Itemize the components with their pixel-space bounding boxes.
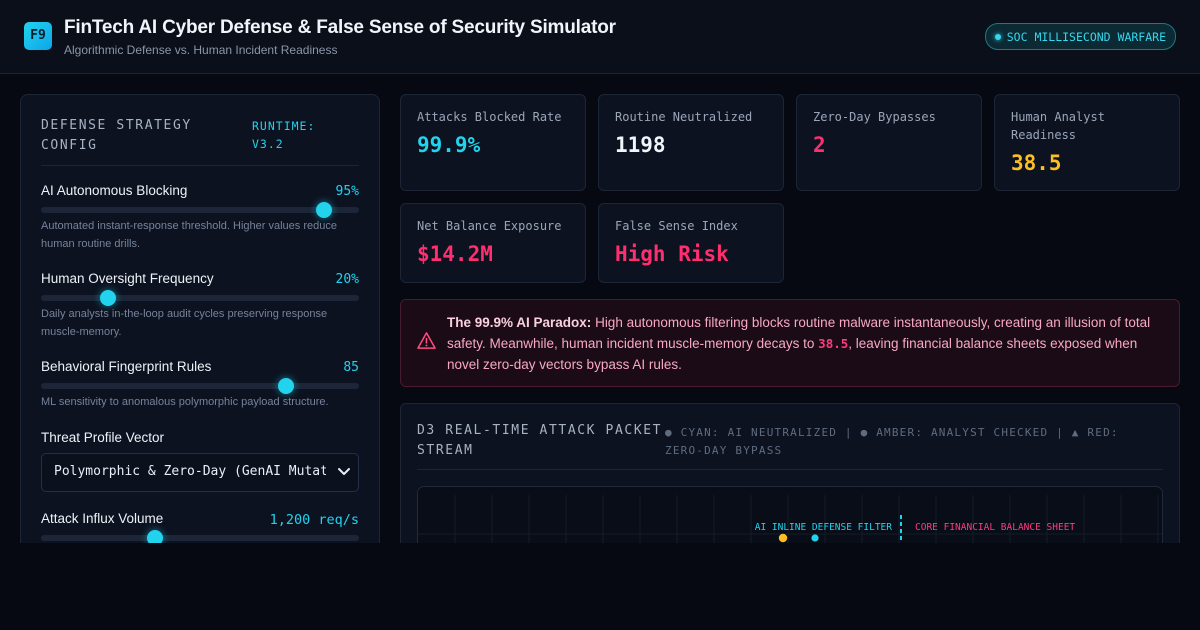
threat-profile-label: Threat Profile Vector bbox=[41, 430, 165, 445]
control-description: Automated instant-response threshold. Hi… bbox=[41, 220, 337, 250]
slider-thumb[interactable] bbox=[316, 202, 333, 218]
metric-card-routine-neutralized: Routine Neutralized 1198 bbox=[598, 94, 784, 191]
human-oversight-frequency-slider[interactable] bbox=[41, 290, 359, 306]
status-dot-icon bbox=[994, 33, 1001, 40]
alert-message: The 99.9% AI Paradox: High autonomous fi… bbox=[447, 312, 1163, 375]
metric-card-zero-day-bypasses: Zero-Day Bypasses 2 bbox=[796, 94, 982, 191]
attack-packet-stream-panel: D3 REAL-TIME ATTACK PACKET STREAM ● CYAN… bbox=[400, 403, 1180, 565]
ai-paradox-alert: The 99.9% AI Paradox: High autonomous fi… bbox=[400, 299, 1180, 387]
metric-card-net-balance-exposure: Net Balance Exposure $14.2M bbox=[400, 203, 586, 283]
control-value: 85 bbox=[343, 360, 359, 375]
metric-card-false-sense-index: False Sense Index High Risk bbox=[598, 203, 784, 283]
chevron-down-icon bbox=[338, 468, 350, 475]
slider-thumb[interactable] bbox=[277, 378, 294, 394]
metric-value: $14.2M bbox=[417, 242, 493, 266]
ai-neutralized-packet bbox=[811, 534, 819, 542]
warning-icon bbox=[417, 332, 436, 349]
app-title: FinTech AI Cyber Defense & False Sense o… bbox=[64, 17, 616, 38]
metric-label: Routine Neutralized bbox=[615, 110, 753, 124]
metric-label: Zero-Day Bypasses bbox=[813, 110, 936, 124]
control-value: 20% bbox=[335, 272, 359, 287]
stream-title: D3 REAL-TIME ATTACK PACKET STREAM bbox=[417, 423, 663, 458]
control-description: ML sensitivity to anomalous polymorphic … bbox=[41, 396, 329, 408]
metric-value: High Risk bbox=[615, 242, 729, 266]
metric-label: Net Balance Exposure bbox=[417, 219, 562, 233]
ai-autonomous-blocking-slider[interactable] bbox=[41, 202, 359, 218]
threat-profile-select[interactable]: Polymorphic & Zero-Day (GenAI Mutated) bbox=[41, 453, 359, 492]
alert-highlight-value: 38.5 bbox=[818, 336, 849, 351]
panel-header: DEFENSE STRATEGY CONFIG RUNTIME: V3.2 bbox=[41, 95, 359, 166]
metric-label: False Sense Index bbox=[615, 219, 738, 233]
control-value: 1,200 req/s bbox=[269, 512, 359, 528]
attack-influx-slider[interactable] bbox=[41, 530, 359, 546]
metric-card-attacks-blocked: Attacks Blocked Rate 99.9% bbox=[400, 94, 586, 191]
metric-value: 2 bbox=[813, 133, 826, 157]
metric-label: Human Analyst Readiness bbox=[1011, 110, 1105, 142]
control-description: Daily analysts in-the-loop audit cycles … bbox=[41, 308, 328, 338]
metric-card-human-analyst-readiness: Human Analyst Readiness 38.5 bbox=[994, 94, 1180, 191]
runtime-version: RUNTIME: V3.2 bbox=[252, 119, 316, 151]
app-subtitle: Algorithmic Defense vs. Human Incident R… bbox=[64, 43, 338, 57]
alert-heading: The 99.9% AI Paradox: bbox=[447, 315, 592, 330]
analyst-checked-packet bbox=[778, 533, 788, 543]
app-header: F9 FinTech AI Cyber Defense & False Sens… bbox=[0, 0, 1200, 74]
slider-thumb[interactable] bbox=[99, 290, 116, 306]
divider bbox=[417, 469, 1163, 470]
panel-title: DEFENSE STRATEGY CONFIG bbox=[41, 118, 192, 153]
defense-filter-label: AI INLINE DEFENSE FILTER bbox=[755, 522, 893, 533]
metric-value: 38.5 bbox=[1011, 151, 1062, 175]
metric-value: 1198 bbox=[615, 133, 666, 157]
page-background bbox=[0, 543, 1200, 630]
core-balance-sheet-label: CORE FINANCIAL BALANCE SHEET bbox=[915, 522, 1075, 533]
control-label: Human Oversight Frequency bbox=[41, 271, 214, 286]
stream-legend: ● CYAN: AI NEUTRALIZED | ● AMBER: ANALYS… bbox=[665, 426, 1119, 457]
control-value: 95% bbox=[335, 184, 359, 199]
status-badge-label: SOC MILLISECOND WARFARE bbox=[1006, 29, 1166, 44]
behavioral-fingerprint-rules-slider[interactable] bbox=[41, 378, 359, 394]
metric-value: 99.9% bbox=[417, 133, 481, 157]
defense-strategy-panel: DEFENSE STRATEGY CONFIG RUNTIME: V3.2 AI… bbox=[20, 94, 380, 566]
metric-label: Attacks Blocked Rate bbox=[417, 110, 562, 124]
control-label: Behavioral Fingerprint Rules bbox=[41, 359, 212, 374]
threat-profile-selected: Polymorphic & Zero-Day (GenAI Mutated) bbox=[54, 464, 326, 479]
control-label: AI Autonomous Blocking bbox=[41, 183, 188, 198]
control-label: Attack Influx Volume bbox=[41, 511, 164, 526]
app-logo: F9 bbox=[24, 22, 52, 50]
status-badge: SOC MILLISECOND WARFARE bbox=[984, 23, 1176, 50]
